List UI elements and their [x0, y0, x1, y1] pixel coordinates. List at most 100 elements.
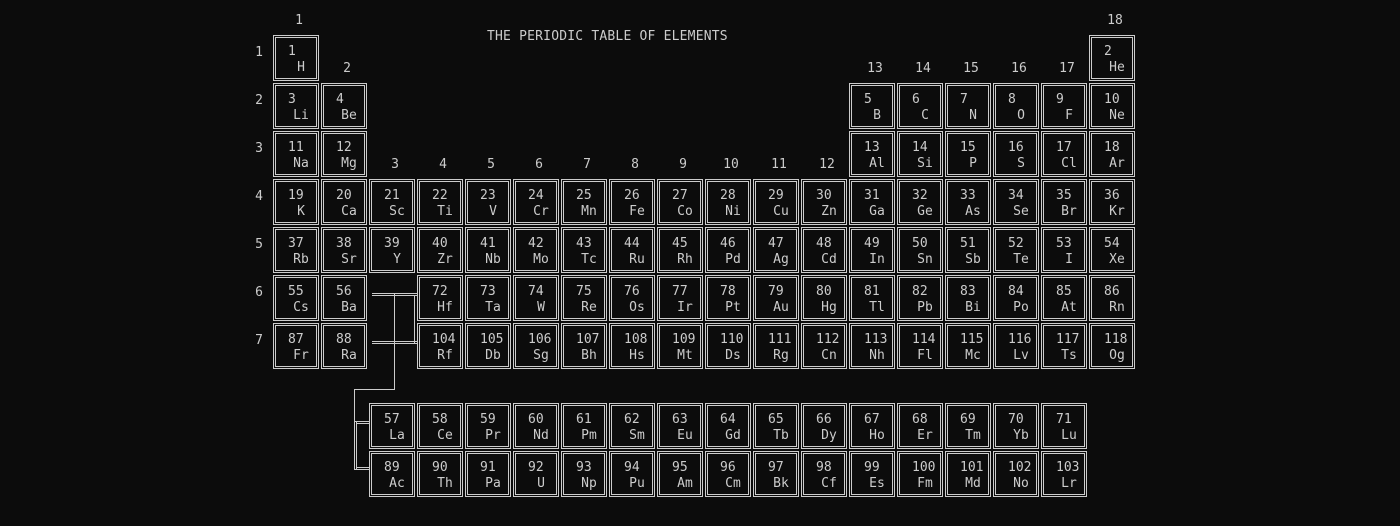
element-symbol: V: [489, 204, 497, 219]
element-symbol: U: [537, 476, 545, 491]
atomic-number: 66: [816, 412, 832, 427]
atomic-number: 86: [1104, 284, 1120, 299]
element-symbol: Pd: [725, 252, 741, 267]
atomic-number: 41: [480, 236, 496, 251]
atomic-number: 107: [576, 332, 600, 347]
element-cell-er: 68 Er: [897, 403, 943, 449]
element-cell-w: 74 W: [513, 275, 559, 321]
element-symbol: Md: [965, 476, 981, 491]
element-symbol: Es: [869, 476, 885, 491]
element-cell-pt: 78 Pt: [705, 275, 751, 321]
element-cell-ar: 18 Ar: [1089, 131, 1135, 177]
element-symbol: Cl: [1061, 156, 1077, 171]
element-symbol: P: [969, 156, 977, 171]
atomic-number: 111: [768, 332, 792, 347]
atomic-number: 8: [1008, 92, 1016, 107]
atomic-number: 57: [384, 412, 400, 427]
group-label-14: 14: [915, 61, 931, 76]
atomic-number: 95: [672, 460, 688, 475]
element-symbol: Sr: [341, 252, 357, 267]
atomic-number: 99: [864, 460, 880, 475]
element-cell-lu: 71 Lu: [1041, 403, 1087, 449]
element-cell-la: 57 La: [369, 403, 415, 449]
element-symbol: Y: [393, 252, 401, 267]
element-cell-co: 27 Co: [657, 179, 703, 225]
element-symbol: Ra: [341, 348, 357, 363]
element-symbol: Hg: [821, 300, 837, 315]
atomic-number: 75: [576, 284, 592, 299]
element-cell-nb: 41 Nb: [465, 227, 511, 273]
atomic-number: 18: [1104, 140, 1120, 155]
element-cell-cr: 24 Cr: [513, 179, 559, 225]
element-cell-zn: 30 Zn: [801, 179, 847, 225]
atomic-number: 78: [720, 284, 736, 299]
atomic-number: 81: [864, 284, 880, 299]
page-title: THE PERIODIC TABLE OF ELEMENTS: [487, 29, 728, 44]
atomic-number: 85: [1056, 284, 1072, 299]
element-cell-i: 53 I: [1041, 227, 1087, 273]
element-symbol: In: [869, 252, 885, 267]
element-cell-v: 23 V: [465, 179, 511, 225]
element-symbol: Po: [1013, 300, 1029, 315]
element-cell-pb: 82 Pb: [897, 275, 943, 321]
element-cell-sr: 38 Sr: [321, 227, 367, 273]
element-cell-p: 15 P: [945, 131, 991, 177]
atomic-number: 5: [864, 92, 872, 107]
atomic-number: 69: [960, 412, 976, 427]
element-cell-sm: 62 Sm: [609, 403, 655, 449]
element-cell-sg: 106 Sg: [513, 323, 559, 369]
period-label-2: 2: [255, 93, 263, 108]
element-symbol: Ti: [437, 204, 453, 219]
atomic-number: 10: [1104, 92, 1120, 107]
element-cell-ga: 31 Ga: [849, 179, 895, 225]
element-cell-bk: 97 Bk: [753, 451, 799, 497]
element-cell-te: 52 Te: [993, 227, 1039, 273]
element-cell-h: 1H: [273, 35, 319, 81]
period-label-5: 5: [255, 237, 263, 252]
atomic-number: 91: [480, 460, 496, 475]
atomic-number: 56: [336, 284, 352, 299]
element-symbol: Sm: [629, 428, 645, 443]
element-cell-tl: 81 Tl: [849, 275, 895, 321]
atomic-number: 51: [960, 236, 976, 251]
element-symbol: Rb: [293, 252, 309, 267]
element-symbol: Hs: [629, 348, 645, 363]
group-label-11: 11: [771, 157, 787, 172]
element-cell-sc: 21 Sc: [369, 179, 415, 225]
element-cell-rf: 104 Rf: [417, 323, 463, 369]
atomic-number: 59: [480, 412, 496, 427]
element-cell-b: 5B: [849, 83, 895, 129]
element-cell-s: 16 S: [993, 131, 1039, 177]
element-cell-re: 75 Re: [561, 275, 607, 321]
element-symbol: Ta: [485, 300, 501, 315]
element-symbol: Pr: [485, 428, 501, 443]
element-cell-f: 9F: [1041, 83, 1087, 129]
atomic-number: 39: [384, 236, 400, 251]
atomic-number: 20: [336, 188, 352, 203]
atomic-number: 12: [336, 140, 352, 155]
atomic-number: 21: [384, 188, 400, 203]
element-symbol: Nd: [533, 428, 549, 443]
element-symbol: Fr: [293, 348, 309, 363]
element-cell-no: 102 No: [993, 451, 1039, 497]
element-cell-lr: 103 Lr: [1041, 451, 1087, 497]
element-cell-sb: 51 Sb: [945, 227, 991, 273]
atomic-number: 25: [576, 188, 592, 203]
atomic-number: 19: [288, 188, 304, 203]
terminal-window: THE PERIODIC TABLE OF ELEMENTS 123456789…: [0, 0, 1400, 526]
atomic-number: 45: [672, 236, 688, 251]
atomic-number: 71: [1056, 412, 1072, 427]
atomic-number: 103: [1056, 460, 1080, 475]
atomic-number: 62: [624, 412, 640, 427]
element-symbol: Rf: [437, 348, 453, 363]
element-cell-na: 11 Na: [273, 131, 319, 177]
element-cell-al: 13 Al: [849, 131, 895, 177]
element-symbol: Ba: [341, 300, 357, 315]
atomic-number: 94: [624, 460, 640, 475]
element-cell-li: 3 Li: [273, 83, 319, 129]
element-symbol: Al: [869, 156, 885, 171]
element-symbol: Er: [917, 428, 933, 443]
atomic-number: 80: [816, 284, 832, 299]
element-symbol: Dy: [821, 428, 837, 443]
element-cell-cf: 98 Cf: [801, 451, 847, 497]
